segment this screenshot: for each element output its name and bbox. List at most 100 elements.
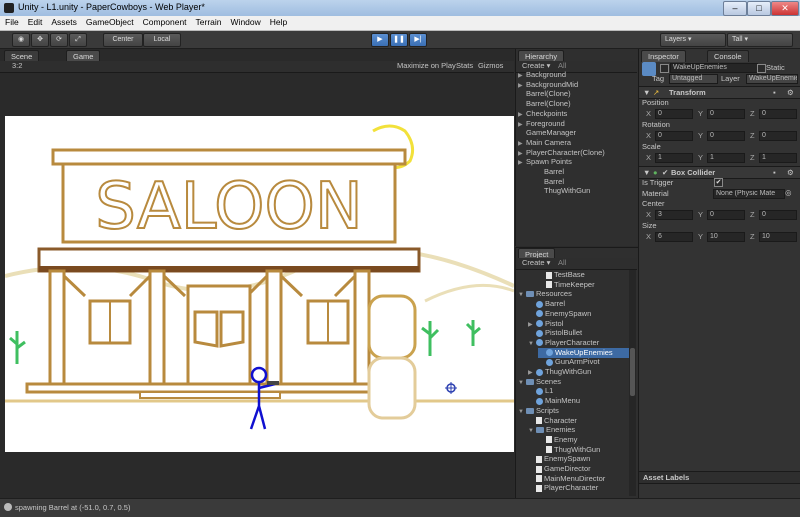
project-item[interactable]: WakeUpEnemies — [538, 347, 629, 358]
hierarchy-item[interactable]: ▶ Spawn Points — [518, 157, 572, 167]
project-item[interactable]: MainMenu — [528, 396, 629, 406]
hierarchy-item[interactable]: Barrel(Clone) — [518, 89, 571, 99]
close-button[interactable]: ✕ — [771, 1, 799, 16]
collider-enabled-checkbox[interactable]: ✔ — [662, 168, 668, 177]
project-item[interactable]: ▼ PlayerCharacter — [528, 338, 629, 348]
expand-arrow-icon[interactable]: ▼ — [518, 378, 526, 388]
project-item[interactable]: TimeKeeper — [538, 280, 629, 290]
is-trigger-checkbox[interactable]: ✔ — [714, 178, 723, 187]
hierarchy-item[interactable]: Barrel — [536, 167, 564, 177]
rotation-x-field[interactable]: 0 — [655, 131, 693, 141]
size-y-field[interactable]: 10 — [707, 232, 745, 242]
project-item[interactable]: ▶ ThugWithGun — [528, 367, 629, 377]
layout-dropdown[interactable]: Tall ▾ — [727, 33, 793, 47]
position-y-field[interactable]: 0 — [707, 109, 745, 119]
menu-item-assets[interactable]: Assets — [46, 16, 81, 27]
project-item[interactable]: MainMenuDirector — [528, 474, 629, 484]
size-z-field[interactable]: 10 — [759, 232, 797, 242]
position-x-field[interactable]: 0 — [655, 109, 693, 119]
move-tool-icon[interactable]: ✥ — [31, 33, 49, 47]
expand-arrow-icon[interactable]: ▼ — [518, 290, 526, 300]
status-message[interactable]: spawning Barrel at (-51.0, 0.7, 0.5) — [15, 503, 130, 512]
project-item[interactable]: TestBase — [538, 270, 629, 280]
layers-dropdown[interactable]: Layers ▾ — [660, 33, 726, 47]
menu-item-window[interactable]: Window — [226, 16, 265, 27]
static-checkbox[interactable] — [757, 64, 766, 73]
minimize-button[interactable]: – — [723, 1, 747, 16]
component-gear-icon[interactable]: ⚙ — [787, 88, 794, 97]
pivot-local-button[interactable]: Local — [143, 33, 181, 47]
project-item[interactable]: ▼ Scenes — [518, 377, 629, 387]
project-item[interactable]: Enemy — [538, 435, 629, 445]
center-y-field[interactable]: 0 — [707, 210, 745, 220]
hierarchy-item[interactable]: ▶ Checkpoints — [518, 109, 567, 119]
rotate-tool-icon[interactable]: ⟳ — [50, 33, 68, 47]
hierarchy-item[interactable]: Barrel(Clone) — [518, 99, 571, 109]
menu-item-terrain[interactable]: Terrain — [191, 16, 226, 27]
object-name-field[interactable]: WakeUpEnemies — [670, 63, 758, 73]
project-item[interactable]: GunArmPivot — [538, 357, 629, 367]
menu-item-file[interactable]: File — [0, 16, 23, 27]
menu-item-gameobject[interactable]: GameObject — [81, 16, 138, 27]
tab-inspector[interactable]: Inspector — [641, 50, 686, 62]
size-x-field[interactable]: 6 — [655, 232, 693, 242]
hierarchy-item[interactable]: GameManager — [518, 128, 576, 138]
aspect-dropdown[interactable]: 3:2 — [12, 61, 22, 71]
gizmos-dropdown[interactable]: Gizmos — [478, 61, 503, 71]
project-scrollbar[interactable] — [629, 270, 636, 496]
maximize-on-play-toggle[interactable]: Maximize on Play — [397, 61, 456, 71]
menu-item-edit[interactable]: Edit — [23, 16, 47, 27]
position-z-field[interactable]: 0 — [759, 109, 797, 119]
active-checkbox[interactable] — [660, 64, 669, 73]
pause-button[interactable]: ❚❚ — [390, 33, 408, 47]
project-item[interactable]: ▶ Pistol — [528, 319, 629, 329]
tag-dropdown[interactable]: Untagged — [669, 74, 718, 84]
project-scroll-thumb[interactable] — [630, 348, 635, 396]
game-viewport[interactable]: SALOON — [5, 116, 514, 452]
scale-y-field[interactable]: 1 — [707, 153, 745, 163]
project-search-input[interactable]: All — [558, 258, 566, 268]
rotation-y-field[interactable]: 0 — [707, 131, 745, 141]
project-item[interactable]: Barrel — [528, 299, 629, 309]
project-create-button[interactable]: Create ▾ — [522, 258, 550, 268]
hierarchy-item[interactable]: ▶ BackgroundMid — [518, 80, 578, 90]
scale-tool-icon[interactable]: ⤢ — [69, 33, 87, 47]
expand-arrow-icon[interactable]: ▼ — [528, 339, 536, 349]
material-field[interactable]: None (Physic Mate — [713, 189, 785, 199]
maximize-button[interactable]: □ — [747, 1, 771, 16]
layer-dropdown[interactable]: WakeUpEnemies — [746, 74, 798, 84]
step-button[interactable]: ▶| — [409, 33, 427, 47]
expand-arrow-icon[interactable]: ▼ — [528, 426, 536, 436]
hierarchy-item[interactable]: ▶ Foreground — [518, 119, 565, 129]
tab-console[interactable]: Console — [707, 50, 749, 62]
expand-arrow-icon[interactable]: ▼ — [518, 407, 526, 417]
hierarchy-item[interactable]: ThugWithGun — [536, 186, 590, 196]
object-picker-icon[interactable]: ◎ — [785, 188, 792, 197]
project-item[interactable]: ▼ Scripts — [518, 406, 629, 416]
center-x-field[interactable]: 3 — [655, 210, 693, 220]
menu-item-component[interactable]: Component — [138, 16, 191, 27]
menu-item-help[interactable]: Help — [265, 16, 291, 27]
component-gear-icon[interactable]: ⚙ — [787, 168, 794, 177]
scale-x-field[interactable]: 1 — [655, 153, 693, 163]
play-button[interactable]: ▶ — [371, 33, 389, 47]
component-help-icon[interactable]: ▪ — [773, 168, 776, 177]
project-item[interactable]: EnemySpawn — [528, 454, 629, 464]
project-item[interactable]: ThugWithGun — [538, 445, 629, 455]
expand-arrow-icon[interactable]: ▶ — [518, 158, 526, 168]
hierarchy-item[interactable]: ▶ Main Camera — [518, 138, 571, 148]
project-item[interactable]: GameDirector — [528, 464, 629, 474]
project-item[interactable]: ▼ Enemies — [528, 425, 629, 435]
pivot-center-button[interactable]: Center — [103, 33, 143, 47]
rotation-z-field[interactable]: 0 — [759, 131, 797, 141]
project-item[interactable]: L1 — [528, 386, 629, 396]
project-item[interactable]: PlayerCharacter — [528, 483, 629, 493]
hierarchy-item[interactable]: ▶ PlayerCharacter(Clone) — [518, 148, 605, 158]
project-item[interactable]: EnemySpawn — [528, 309, 629, 319]
scale-z-field[interactable]: 1 — [759, 153, 797, 163]
hierarchy-item[interactable]: ▶ Background — [518, 70, 566, 80]
stats-toggle[interactable]: Stats — [456, 61, 473, 71]
hierarchy-item[interactable]: Barrel — [536, 177, 564, 187]
project-item[interactable]: Character — [528, 416, 629, 426]
component-help-icon[interactable]: ▪ — [773, 88, 776, 97]
